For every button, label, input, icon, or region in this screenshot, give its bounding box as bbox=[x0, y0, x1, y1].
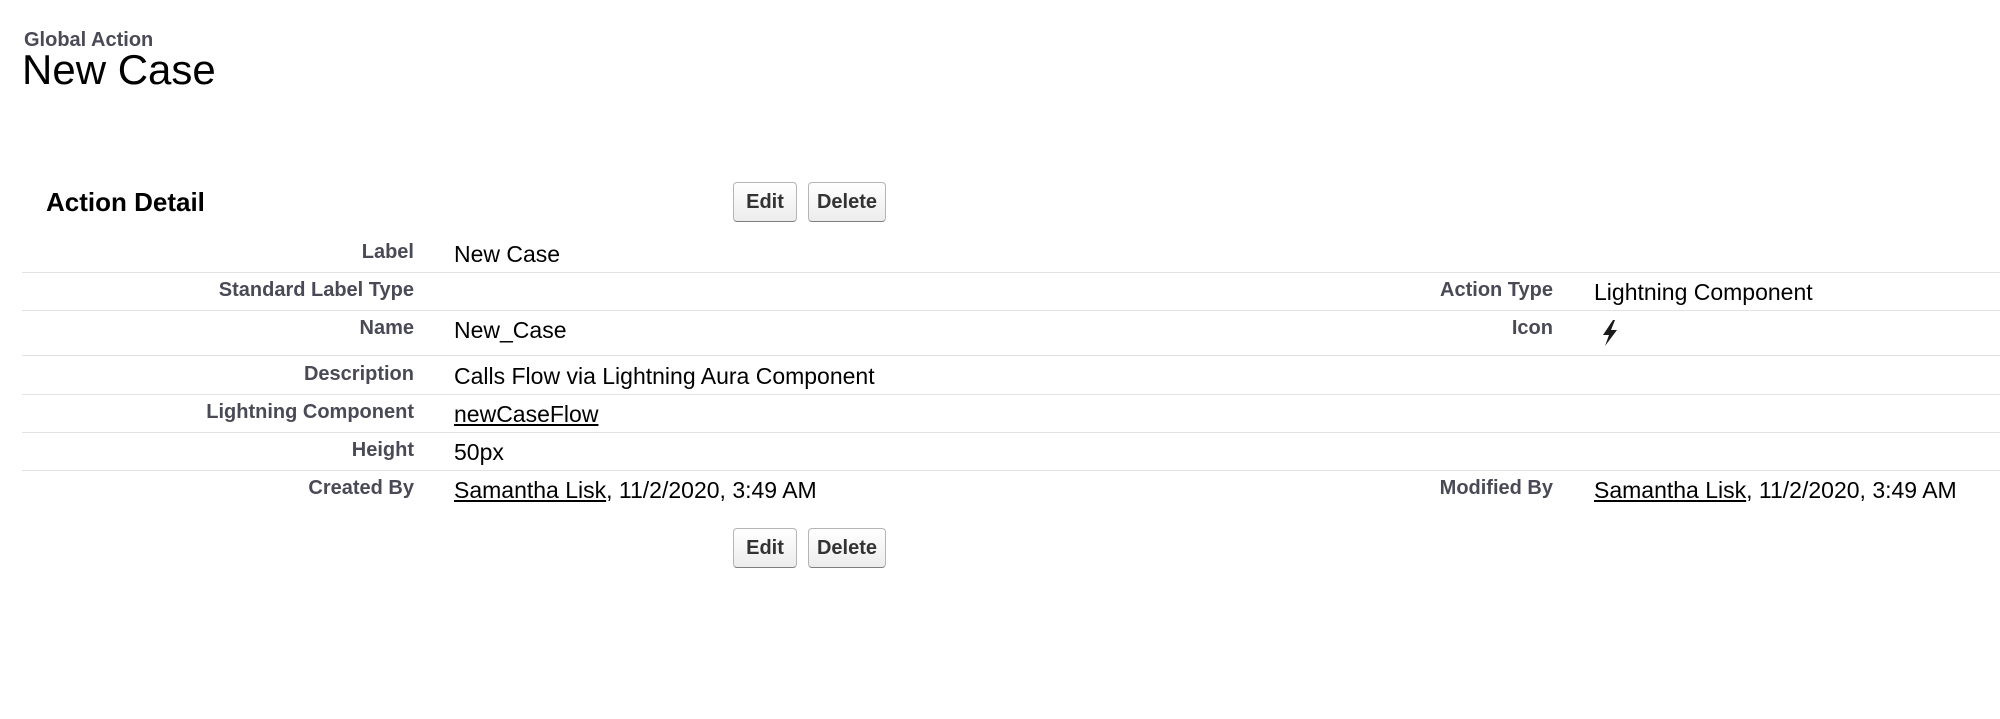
edit-button-top[interactable]: Edit bbox=[733, 182, 797, 222]
page-title: New Case bbox=[22, 46, 216, 93]
field-value-name: New_Case bbox=[454, 317, 567, 343]
field-label-action-type: Action Type bbox=[1440, 279, 1553, 301]
created-by-user-link[interactable]: Samantha Lisk bbox=[454, 477, 606, 503]
field-label-height: Height bbox=[351, 439, 414, 461]
edit-button-bottom[interactable]: Edit bbox=[733, 528, 797, 568]
modified-by-user-link[interactable]: Samantha Lisk bbox=[1594, 477, 1746, 503]
field-value-action-type: Lightning Component bbox=[1594, 279, 1813, 305]
field-value-lightning-component: newCaseFlow bbox=[454, 401, 598, 428]
row-divider bbox=[22, 310, 2000, 311]
lightning-bolt-icon bbox=[1603, 320, 1617, 346]
delete-button-bottom[interactable]: Delete bbox=[808, 528, 886, 568]
field-value-description: Calls Flow via Lightning Aura Component bbox=[454, 363, 875, 389]
field-label-modified-by: Modified By bbox=[1439, 477, 1553, 499]
delete-button-top[interactable]: Delete bbox=[808, 182, 886, 222]
row-divider bbox=[22, 355, 2000, 356]
row-divider bbox=[22, 394, 2000, 395]
field-value-label: New Case bbox=[454, 241, 561, 267]
field-label-description: Description bbox=[303, 363, 414, 385]
field-label-name: Name bbox=[359, 317, 414, 339]
global-action-detail-page: Global Action New Case Action Detail Edi… bbox=[0, 0, 2000, 719]
modified-by-date: , 11/2/2020, 3:49 AM bbox=[1746, 477, 1957, 503]
section-title: Action Detail bbox=[46, 187, 205, 217]
field-value-height: 50px bbox=[454, 439, 504, 465]
created-by-date: , 11/2/2020, 3:49 AM bbox=[606, 477, 817, 503]
field-label-created-by: Created By bbox=[308, 477, 414, 499]
row-divider bbox=[22, 272, 2000, 273]
field-label-icon: Icon bbox=[1511, 317, 1553, 339]
field-value-modified-by: Samantha Lisk, 11/2/2020, 3:49 AM bbox=[1594, 477, 1957, 504]
field-label-standard-label-type: Standard Label Type bbox=[218, 279, 414, 301]
field-label-label: Label bbox=[361, 241, 414, 263]
field-value-created-by: Samantha Lisk, 11/2/2020, 3:49 AM bbox=[454, 477, 817, 504]
row-divider bbox=[22, 432, 2000, 433]
row-divider bbox=[22, 470, 2000, 471]
lightning-component-link[interactable]: newCaseFlow bbox=[454, 401, 598, 427]
field-label-lightning-component: Lightning Component bbox=[206, 401, 414, 423]
